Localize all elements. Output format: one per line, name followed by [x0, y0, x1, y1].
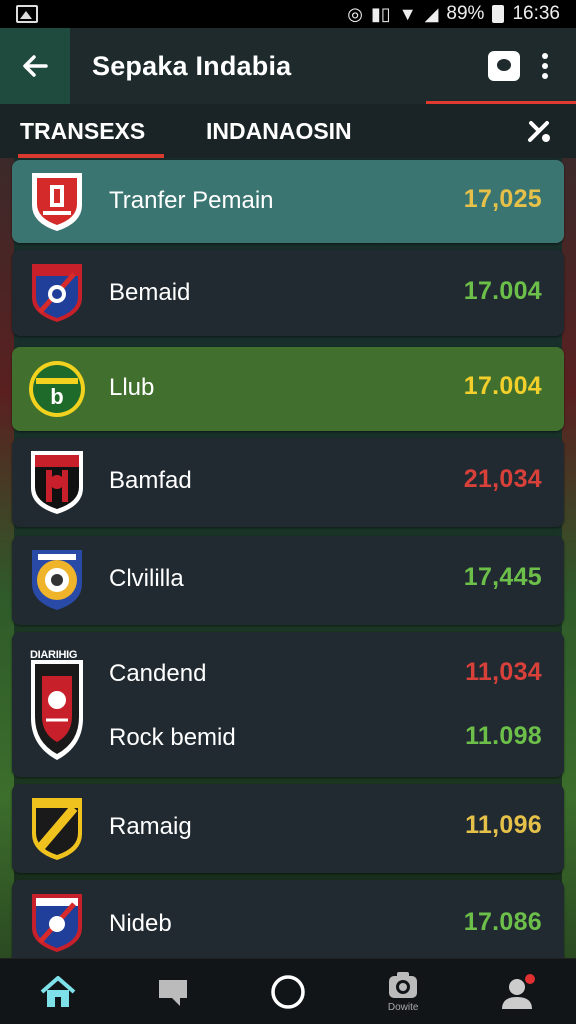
nav-camera-label: Dowite: [387, 1002, 419, 1013]
club-crest-icon: [31, 451, 83, 514]
screen: ◎ ▮▯ ▼ ◢ 89% 16:36 Sepaka Indabia TRANSE…: [0, 0, 576, 1024]
list-item-name: Tranfer Pemain: [109, 187, 274, 214]
club-crest-icon: [32, 550, 82, 610]
alarm-icon: ◎: [347, 3, 363, 24]
more-vertical-icon[interactable]: [542, 53, 548, 79]
list-item-value: 17.004: [463, 277, 542, 305]
tab-transexs[interactable]: TRANSEXS: [18, 104, 168, 158]
list-item-value: 11,096: [465, 811, 542, 839]
tools-icon[interactable]: [524, 116, 554, 146]
list-item[interactable]: Bamfad 21,034: [12, 438, 564, 527]
list-item-value: 11,034: [465, 658, 542, 686]
nav-profile[interactable]: [478, 959, 558, 1024]
status-bar: ◎ ▮▯ ▼ ◢ 89% 16:36: [0, 0, 576, 28]
chat-bubble-icon: [158, 979, 187, 1006]
clock: 16:36: [512, 3, 560, 24]
list-item-name: Bamfad: [109, 467, 192, 494]
list-item-name: Ramaig: [109, 813, 192, 840]
list-item-name: Clvililla: [109, 565, 184, 592]
battery-percent: 89%: [446, 3, 485, 24]
profile-icon: [502, 973, 536, 1009]
wifi-icon: ▼: [398, 3, 417, 24]
list-item[interactable]: Tranfer Pemain 17,025: [12, 160, 564, 243]
nav-messages[interactable]: [133, 959, 213, 1024]
signal-icon: ◢: [424, 3, 439, 24]
page-title: Sepaka Indabia: [92, 50, 292, 81]
list-item-value: 17,025: [463, 185, 542, 213]
camera-icon: [389, 972, 418, 998]
gallery-icon: [16, 5, 38, 23]
list-item[interactable]: Clvililla 17,445: [12, 536, 564, 625]
club-crest-icon: [32, 173, 82, 231]
club-crest-icon: [32, 264, 82, 322]
nav-camera[interactable]: Dowite: [363, 959, 443, 1024]
list-item[interactable]: DIARIHIG Candend 11,034 Rock bemid 11.09…: [12, 632, 564, 777]
crest-label: DIARIHIG: [30, 649, 78, 661]
arrow-left-icon: [23, 55, 48, 77]
back-button[interactable]: [0, 28, 70, 104]
list-item-name: Nideb: [109, 910, 172, 937]
nav-center[interactable]: [248, 959, 328, 1024]
tab-indanaosin[interactable]: INDANAOSIN: [206, 104, 524, 158]
nav-home[interactable]: [18, 959, 98, 1024]
tab-bar: TRANSEXS INDANAOSIN: [0, 104, 576, 158]
list-item-name: Rock bemid: [109, 724, 236, 751]
stadium-background-right: [562, 150, 576, 960]
club-crest-icon: b: [29, 361, 85, 417]
list-item[interactable]: Nideb 17.086: [12, 880, 564, 969]
battery-icon: [492, 5, 505, 23]
club-crest-icon: [32, 894, 82, 952]
bottom-navigation: Dowite: [0, 958, 576, 1024]
club-crest-icon: [31, 660, 83, 760]
list-item-name: Llub: [109, 374, 155, 401]
list-item-name: Bemaid: [109, 279, 191, 306]
svg-text:b: b: [50, 384, 63, 409]
list-item[interactable]: b Llub 17.004: [12, 347, 564, 431]
list-item-value: 21,034: [463, 465, 542, 493]
list-item[interactable]: Ramaig 11,096: [12, 784, 564, 873]
vibrate-icon: ▮▯: [370, 3, 391, 24]
list-item-name: Candend: [109, 660, 207, 687]
list-item-value: 11.098: [465, 722, 542, 750]
list-item-value: 17.086: [463, 908, 542, 936]
app-bar: Sepaka Indabia: [0, 28, 576, 104]
chat-icon[interactable]: [488, 51, 520, 81]
list-item-value: 17.004: [463, 372, 542, 400]
circle-icon: [271, 974, 305, 1009]
list-item-value: 17,445: [463, 563, 542, 591]
club-crest-icon: [32, 798, 82, 860]
list-item[interactable]: Bemaid 17.004: [12, 250, 564, 336]
home-icon: [40, 975, 75, 1007]
